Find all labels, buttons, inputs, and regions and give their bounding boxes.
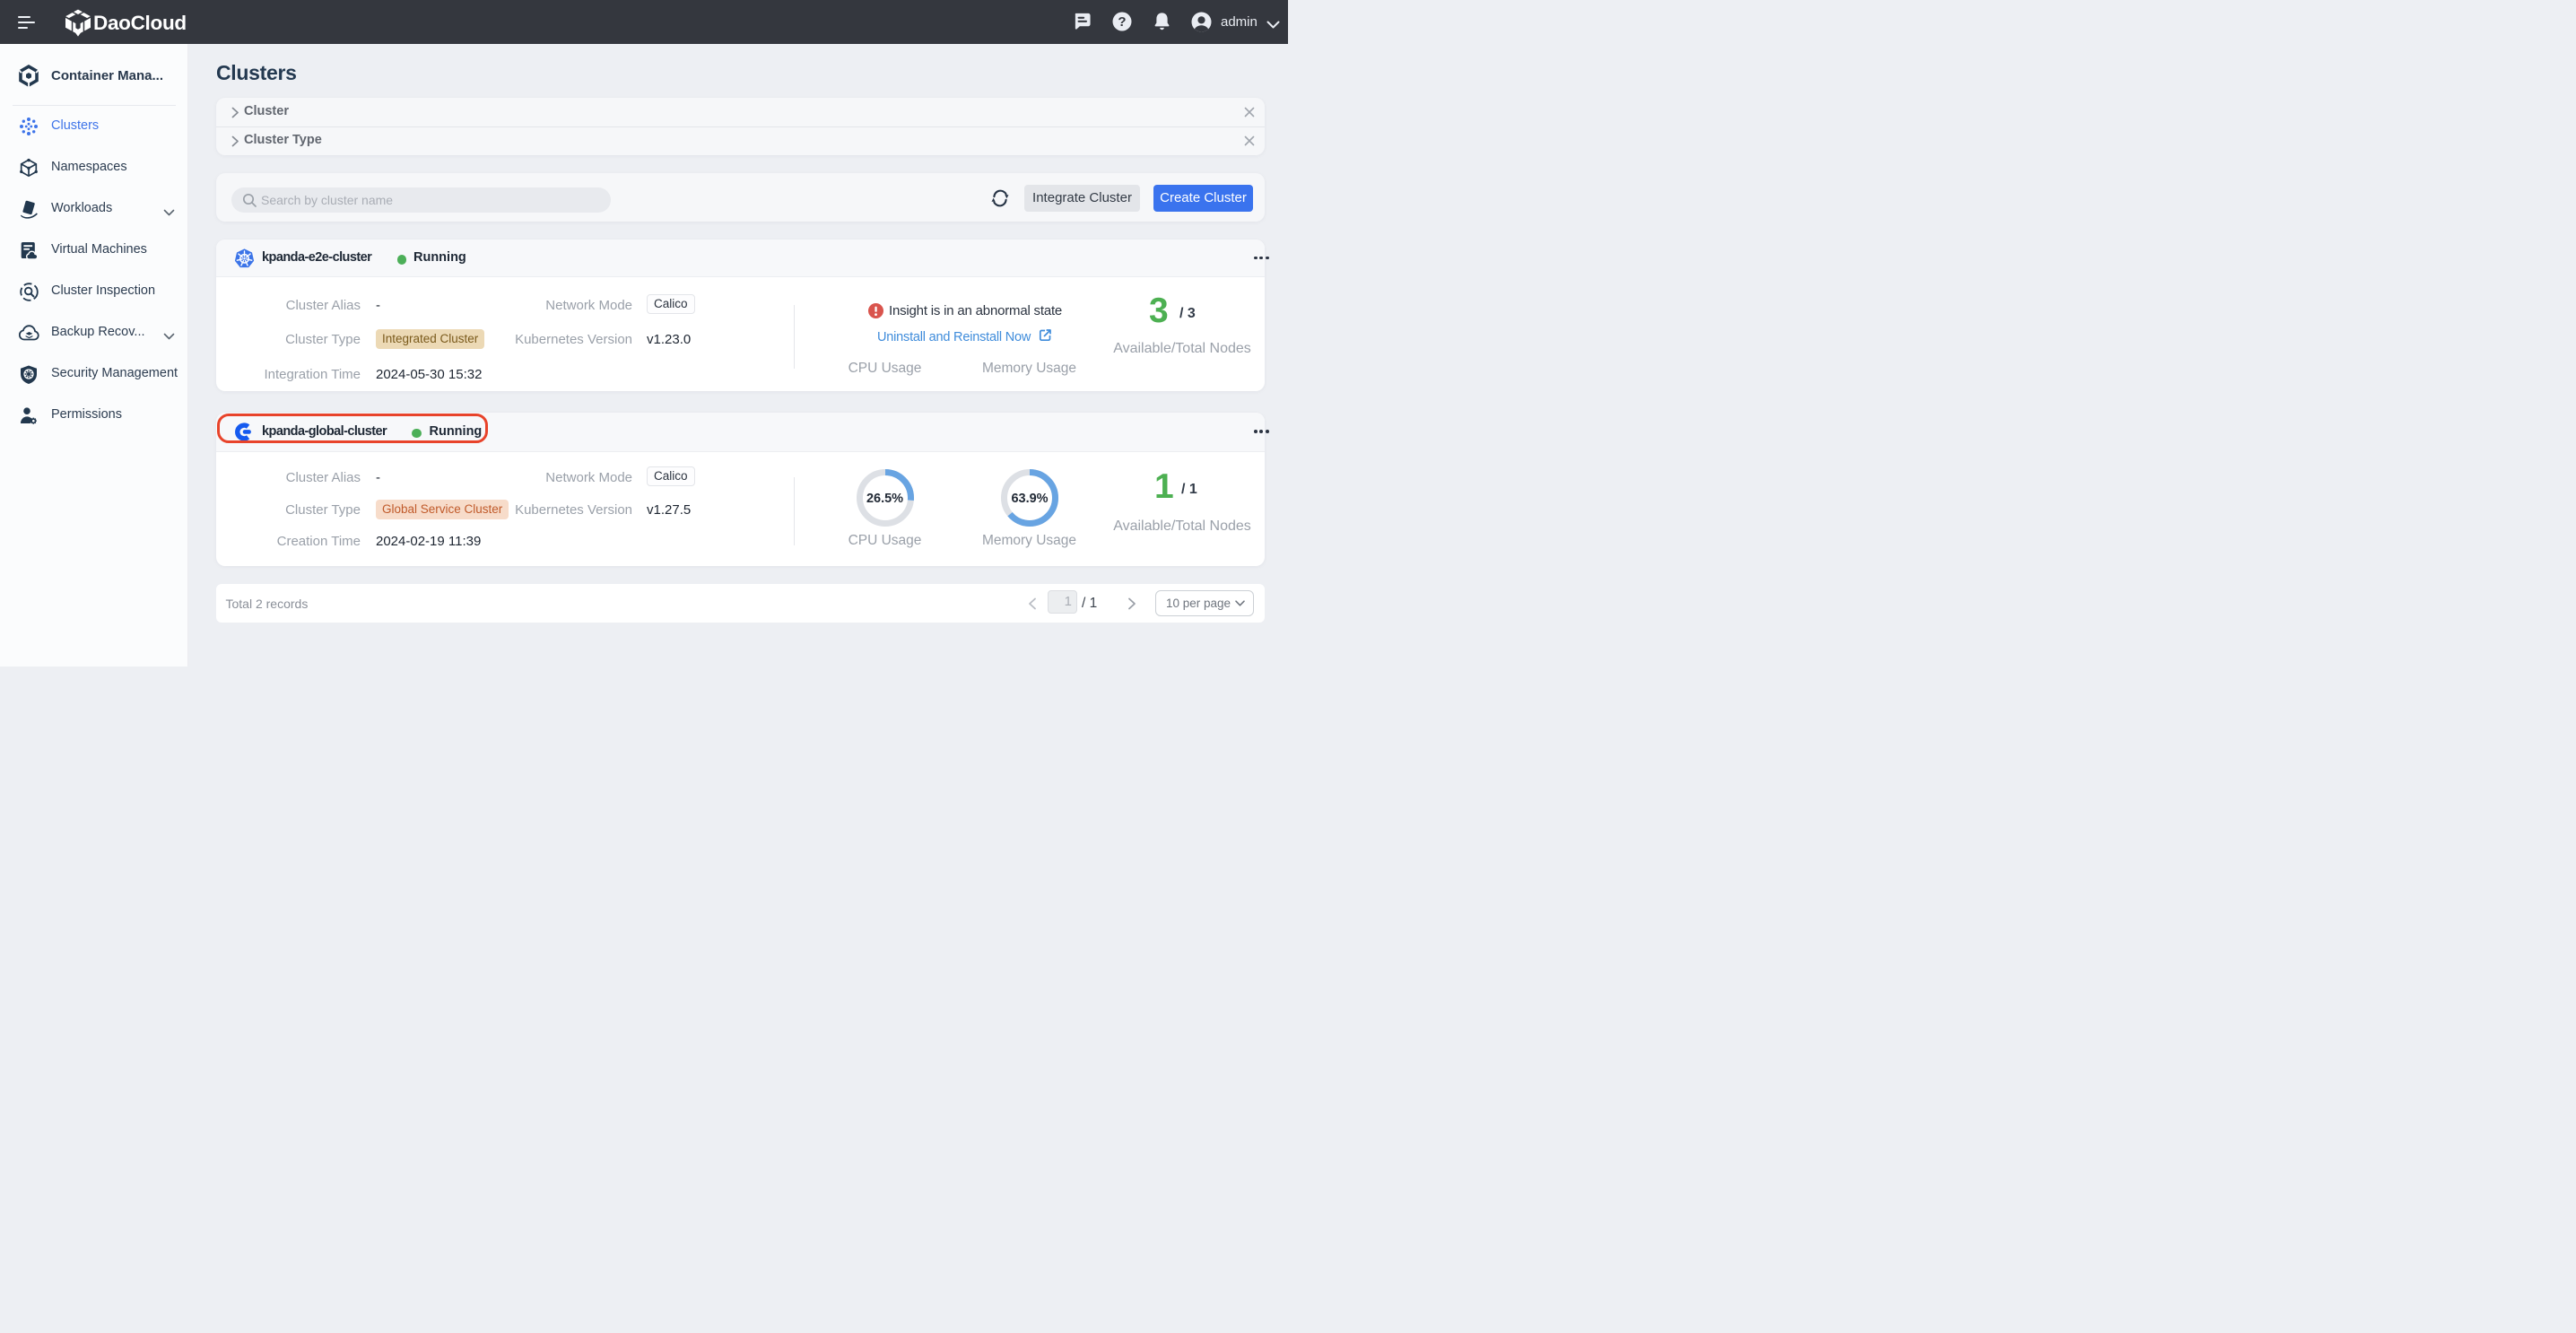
svg-text:?: ?	[1118, 14, 1126, 30]
